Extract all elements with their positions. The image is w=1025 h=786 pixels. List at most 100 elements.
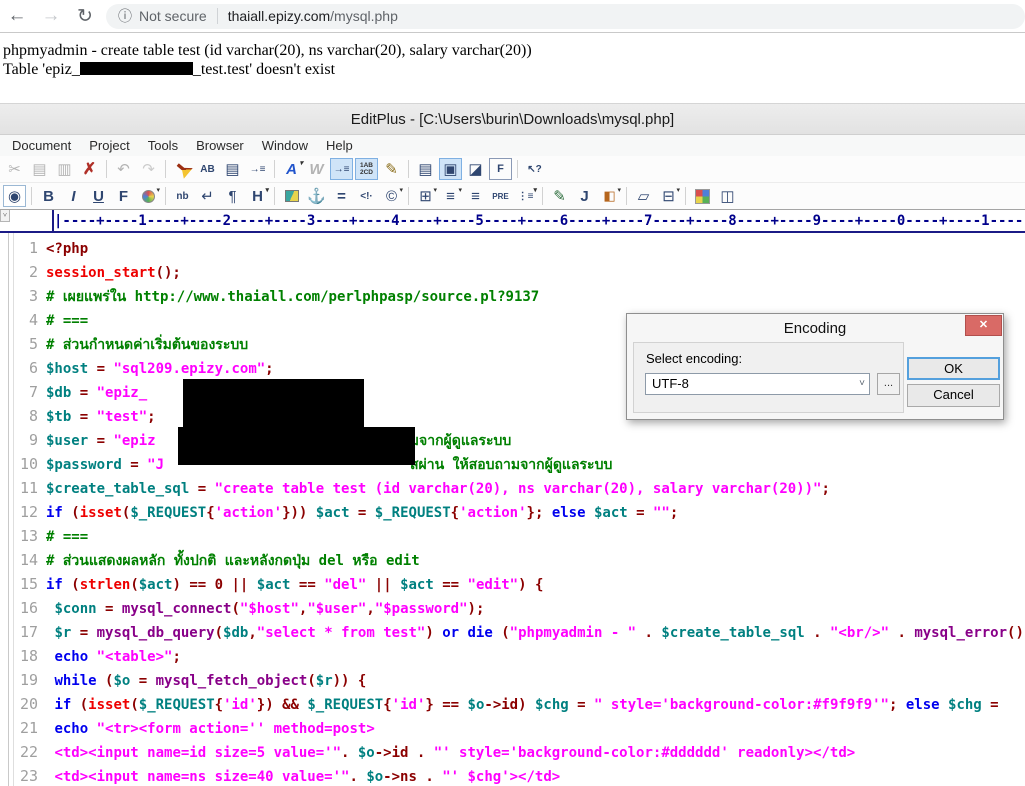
browse-button[interactable]: ... (877, 373, 900, 395)
split-window-icon[interactable]: ◫ (716, 185, 739, 207)
code-token: echo (54, 721, 97, 737)
code-token: 'id' (223, 697, 257, 713)
ok-button[interactable]: OK (907, 357, 1000, 380)
line-break-icon[interactable]: ↵ (196, 185, 219, 207)
code-token: $r (54, 625, 72, 641)
format-icon[interactable]: ✎ (380, 158, 403, 180)
menu-help[interactable]: Help (317, 138, 362, 153)
line-number: 21 (19, 719, 38, 737)
window-title: EditPlus - [C:\Users\burin\Downloads\mys… (0, 103, 1025, 135)
line-number: 1 (28, 239, 38, 257)
code-token: $_REQUEST (307, 697, 384, 713)
code-token: $_REQUEST (374, 505, 451, 521)
browser-preview-icon[interactable]: ◉ (3, 185, 26, 207)
back-icon[interactable]: ← (0, 5, 34, 27)
menu-browser[interactable]: Browser (187, 138, 253, 153)
menu-project[interactable]: Project (80, 138, 138, 153)
image-icon[interactable] (280, 185, 303, 207)
underline-icon[interactable]: U (87, 185, 110, 207)
anchor-icon[interactable]: ⚓ (305, 185, 328, 207)
forward-icon[interactable]: → (34, 5, 68, 27)
page-line1: phpmyadmin - create table test (id varch… (3, 42, 532, 59)
copy-doc-icon[interactable]: ▤ (221, 158, 244, 180)
doc-props-icon[interactable]: ▤ (414, 158, 437, 180)
menu-document[interactable]: Document (3, 138, 80, 153)
code-token: . (636, 625, 662, 641)
toolbar-separator (274, 187, 275, 205)
ordered-list-icon[interactable]: ⋮≡ (514, 185, 537, 207)
code-token: isset (88, 697, 131, 713)
window-list-icon[interactable]: ⊟ (657, 185, 680, 207)
charmap-icon[interactable]: © (380, 185, 403, 207)
code-token: isset (79, 505, 122, 521)
code-token: ->id) (484, 697, 535, 713)
line-number: 10 (19, 455, 38, 473)
align-right-icon[interactable]: ≡ (464, 185, 487, 207)
window-normal-icon[interactable]: ▣ (439, 158, 462, 180)
code-token: # เผยแพร่ใน http://www.thaiall.com/perlp… (46, 289, 540, 305)
line-number: 22 (19, 743, 38, 761)
autocomplete-icon[interactable]: 1AB 2CD (355, 158, 378, 180)
code-token: = (189, 481, 215, 497)
copy-icon[interactable]: ▤ (28, 158, 51, 180)
menu-window[interactable]: Window (253, 138, 317, 153)
code-line-14: 14 # ส่วนแสดงผลหลัก ทั้งปกติ และหลังกดปุ่… (0, 548, 1025, 572)
color-icon[interactable] (137, 185, 160, 207)
code-token: $act (593, 505, 628, 521)
code-token: $_REQUEST (138, 697, 215, 713)
winlogo-icon[interactable] (691, 185, 714, 207)
font-tag-icon[interactable]: F (112, 185, 135, 207)
redo-icon[interactable]: ↷ (137, 158, 160, 180)
code-token: = (981, 697, 999, 713)
redaction-box (183, 379, 364, 429)
menu-bar: Document Project Tools Browser Window Help (0, 135, 1025, 156)
table-icon[interactable]: ⊞ (414, 185, 437, 207)
close-icon[interactable]: ✕ (965, 315, 1002, 336)
folder-icon[interactable]: ▱ (632, 185, 655, 207)
line-number: 7 (28, 383, 38, 401)
line-number: 9 (28, 431, 38, 449)
nbsp-icon[interactable]: nb (171, 185, 194, 207)
code-token: == (433, 577, 468, 593)
context-help-icon[interactable]: ↖? (523, 158, 546, 180)
bold-icon[interactable]: B (37, 185, 60, 207)
reload-icon[interactable]: ↻ (68, 5, 102, 28)
js-icon[interactable]: J (573, 185, 596, 207)
code-token: strlen (79, 577, 131, 593)
line-number: 16 (19, 599, 38, 617)
replace-icon[interactable]: AB (196, 158, 219, 180)
paragraph-icon[interactable]: ¶ (221, 185, 244, 207)
object-cube-icon[interactable]: ◧ (598, 185, 621, 207)
code-token: ( (71, 505, 80, 521)
indent-list-icon[interactable]: →≡ (246, 158, 269, 180)
heading-icon[interactable]: H (246, 185, 269, 207)
encoding-select[interactable]: UTF-8 ˅ (645, 373, 870, 395)
font-icon[interactable]: A (280, 158, 303, 180)
code-token: $act (256, 577, 291, 593)
info-icon[interactable]: ⓘ (118, 6, 132, 26)
undo-icon[interactable]: ↶ (112, 158, 135, 180)
delete-icon[interactable]: ✗ (78, 158, 101, 180)
hr-icon[interactable]: = (330, 185, 353, 207)
find-icon[interactable] (171, 158, 194, 180)
code-token: ( (71, 577, 80, 593)
window-dark-icon[interactable]: ◪ (464, 158, 487, 180)
code-token: $o (467, 697, 485, 713)
code-token: = (121, 457, 148, 473)
document-selector-icon[interactable]: ˅ (0, 210, 10, 222)
pre-icon[interactable]: PRE (489, 185, 512, 207)
comment-icon[interactable]: <!· (355, 185, 378, 207)
cut-icon[interactable]: ✂ (3, 158, 26, 180)
italic-icon[interactable]: I (62, 185, 85, 207)
menu-tools[interactable]: Tools (139, 138, 187, 153)
code-token: "edit" (467, 577, 519, 593)
ruler: ˅ |----+----1----+----2----+----3----+--… (0, 210, 1025, 233)
frame-f-icon[interactable]: F (489, 158, 512, 180)
address-bar[interactable]: ⓘ Not secure thaiall.epizy.com/mysql.php (106, 3, 1025, 29)
word-wrap-icon[interactable]: W (305, 158, 328, 180)
align-center-icon[interactable]: ≡ (439, 185, 462, 207)
script-icon[interactable]: ✎ (548, 185, 571, 207)
paste-icon[interactable]: ▥ (53, 158, 76, 180)
wrap-toggle-icon[interactable]: →≡ (330, 158, 353, 180)
cancel-button[interactable]: Cancel (907, 384, 1000, 407)
